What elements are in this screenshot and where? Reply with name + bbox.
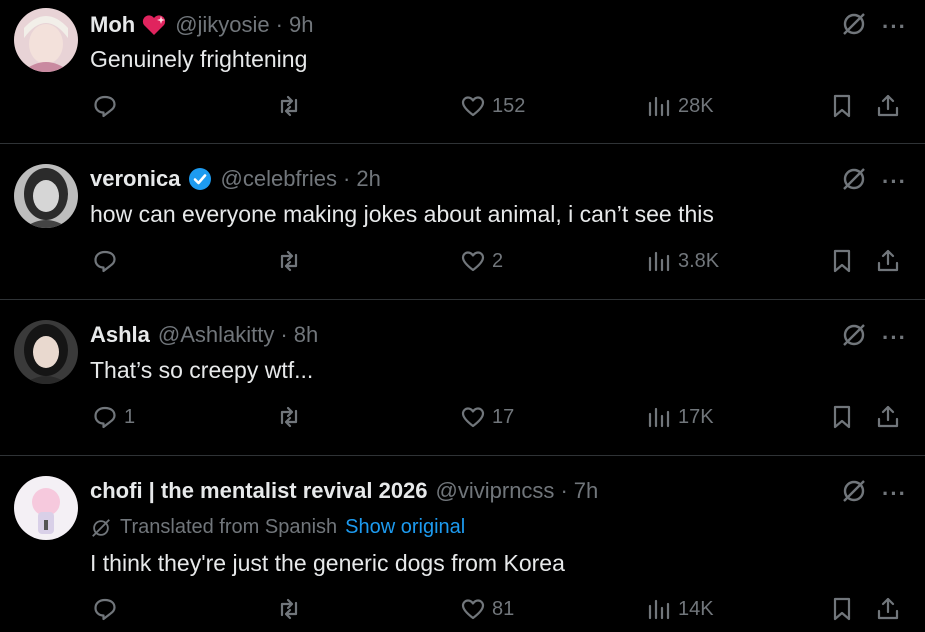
views-button[interactable]: 17K	[646, 404, 714, 430]
like-count: 152	[492, 94, 526, 117]
more-options-icon[interactable]: ···	[882, 481, 907, 507]
views-button[interactable]: 28K	[646, 93, 714, 119]
author-handle[interactable]: @viviprncss	[436, 478, 555, 504]
separator-dot: ·	[560, 478, 568, 503]
like-button[interactable]: 152	[460, 93, 525, 119]
bookmark-button[interactable]	[829, 93, 855, 119]
view-count: 3.8K	[678, 249, 720, 272]
timestamp[interactable]: 2h	[356, 166, 380, 192]
tweet[interactable]: Ashla @Ashlakitty · 8h ··· That’s so cre…	[0, 300, 925, 455]
tweet-text: Genuinely frightening	[90, 46, 308, 72]
avatar[interactable]	[14, 8, 78, 72]
heart-icon	[461, 96, 485, 117]
share-button[interactable]	[875, 596, 901, 622]
share-button[interactable]	[875, 404, 901, 430]
retweet-button[interactable]	[276, 93, 308, 119]
avatar[interactable]	[14, 320, 78, 384]
grok-icon[interactable]	[840, 477, 868, 510]
share-icon	[877, 249, 899, 272]
analytics-icon	[648, 251, 670, 272]
share-icon	[877, 405, 899, 428]
like-count: 81	[492, 597, 515, 620]
like-count: 2	[492, 249, 504, 272]
heart-icon	[461, 599, 485, 620]
share-button[interactable]	[875, 248, 901, 274]
reply-button[interactable]	[92, 93, 124, 119]
views-button[interactable]: 14K	[646, 596, 714, 622]
author-handle[interactable]: @jikyosie	[175, 12, 269, 38]
avatar[interactable]	[14, 476, 78, 540]
avatar[interactable]	[14, 164, 78, 228]
analytics-icon	[648, 96, 670, 117]
reply-button[interactable]	[92, 248, 124, 274]
view-count: 17K	[678, 405, 714, 428]
author-handle[interactable]: @Ashlakitty	[158, 322, 274, 348]
grok-icon[interactable]	[840, 10, 868, 43]
more-options-icon[interactable]: ···	[882, 325, 907, 351]
tweet[interactable]: veronica @celebfries · 2h ··· how can ev…	[0, 144, 925, 299]
like-button[interactable]: 81	[460, 596, 514, 622]
reply-button[interactable]: 1	[92, 404, 135, 430]
analytics-icon	[648, 599, 670, 620]
separator-dot: ·	[275, 12, 283, 37]
grok-icon[interactable]	[840, 321, 868, 354]
translate-icon	[90, 517, 112, 539]
reply-icon	[94, 250, 116, 273]
bookmark-icon	[833, 405, 851, 429]
reply-count: 1	[124, 405, 136, 428]
tweet-text: how can everyone making jokes about anim…	[90, 201, 714, 227]
retweet-button[interactable]	[276, 248, 308, 274]
translated-label: Translated from Spanish	[120, 516, 338, 538]
tweet-text: That’s so creepy wtf...	[90, 357, 314, 383]
bookmark-button[interactable]	[829, 248, 855, 274]
like-button[interactable]: 2	[460, 248, 503, 274]
tweet-text: I think they're just the generic dogs fr…	[90, 550, 565, 576]
more-options-icon[interactable]: ···	[882, 14, 907, 40]
views-button[interactable]: 3.8K	[646, 248, 719, 274]
author-name[interactable]: Moh	[90, 12, 135, 38]
retweet-icon	[280, 598, 298, 620]
heart-sparkle-icon	[141, 12, 167, 38]
bookmark-icon	[833, 597, 851, 621]
bookmark-icon	[833, 249, 851, 273]
tweet[interactable]: Moh @jikyosie · 9h ··· Genuinely frighte…	[0, 0, 925, 143]
view-count: 28K	[678, 94, 714, 117]
retweet-button[interactable]	[276, 596, 308, 622]
timestamp[interactable]: 7h	[574, 478, 598, 504]
heart-icon	[461, 407, 485, 428]
retweet-icon	[280, 95, 298, 117]
retweet-icon	[280, 406, 298, 428]
reply-icon	[94, 598, 116, 621]
reply-button[interactable]	[92, 596, 124, 622]
bookmark-icon	[833, 94, 851, 118]
retweet-button[interactable]	[276, 404, 308, 430]
like-count: 17	[492, 405, 515, 428]
heart-icon	[461, 251, 485, 272]
share-icon	[877, 94, 899, 117]
more-options-icon[interactable]: ···	[882, 169, 907, 195]
retweet-icon	[280, 250, 298, 272]
reply-icon	[94, 95, 116, 118]
analytics-icon	[648, 407, 670, 428]
author-name[interactable]: Ashla	[90, 322, 150, 348]
grok-icon[interactable]	[840, 165, 868, 198]
separator-dot: ·	[343, 166, 351, 191]
share-icon	[877, 597, 899, 620]
like-button[interactable]: 17	[460, 404, 514, 430]
separator-dot: ·	[280, 322, 288, 347]
author-name[interactable]: chofi | the mentalist revival 2026	[90, 478, 428, 504]
author-handle[interactable]: @celebfries	[221, 166, 338, 192]
show-original-link[interactable]: Show original	[345, 516, 465, 539]
tweet[interactable]: chofi | the mentalist revival 2026 @vivi…	[0, 456, 925, 632]
bookmark-button[interactable]	[829, 404, 855, 430]
verified-badge-icon	[187, 166, 213, 192]
share-button[interactable]	[875, 93, 901, 119]
timestamp[interactable]: 8h	[294, 322, 318, 348]
author-name[interactable]: veronica	[90, 166, 181, 192]
reply-icon	[94, 406, 116, 429]
bookmark-button[interactable]	[829, 596, 855, 622]
view-count: 14K	[678, 597, 714, 620]
timestamp[interactable]: 9h	[289, 12, 313, 38]
